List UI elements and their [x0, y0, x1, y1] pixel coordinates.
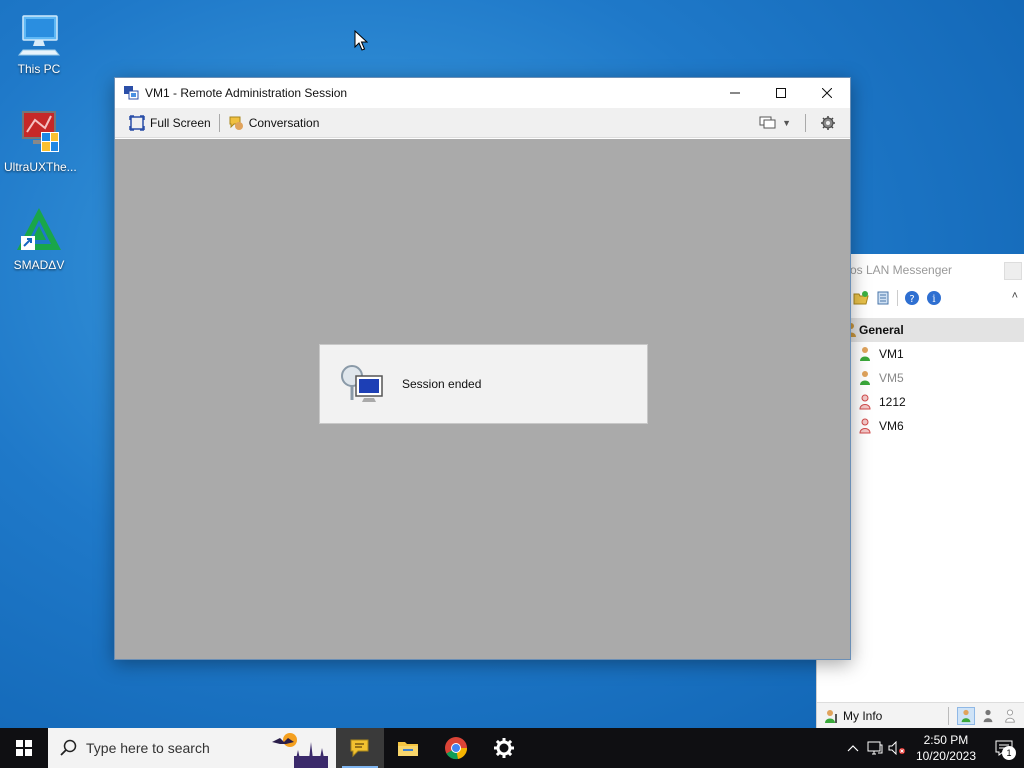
- info-icon[interactable]: i: [926, 290, 942, 306]
- network-button[interactable]: [864, 728, 886, 768]
- close-button[interactable]: [804, 78, 850, 108]
- remote-session-window[interactable]: VM1 - Remote Administration Session Full…: [114, 77, 851, 660]
- chevron-up-icon[interactable]: ˄: [1012, 290, 1018, 302]
- user-busy-icon: [859, 418, 871, 442]
- lan-messenger-icon: [350, 739, 369, 758]
- my-info-label: My Info: [843, 708, 883, 723]
- taskbar-file-explorer[interactable]: [384, 728, 432, 768]
- mouse-cursor-icon: [354, 29, 369, 55]
- conversation-button[interactable]: Conversation: [224, 111, 324, 135]
- svg-text:i: i: [932, 294, 935, 305]
- toolbar-separator: [805, 113, 806, 132]
- contact-name: VM1: [879, 347, 904, 361]
- windows-logo-icon: [16, 740, 32, 756]
- desktop-icon-this-pc[interactable]: This PC: [4, 10, 74, 76]
- conversation-icon: [229, 116, 243, 130]
- contact-name: VM5: [879, 371, 904, 385]
- remote-screen-area[interactable]: Session ended: [115, 139, 850, 659]
- start-button[interactable]: [0, 728, 48, 768]
- clock-time: 2:50 PM: [923, 733, 969, 747]
- taskbar-chrome[interactable]: [432, 728, 480, 768]
- toolbar-separator: [218, 113, 220, 132]
- ultrauxtheme-icon: [15, 108, 63, 156]
- contact-name: VM6: [879, 419, 904, 433]
- settings-button[interactable]: [816, 111, 840, 135]
- conversation-label: Conversation: [248, 115, 320, 130]
- desktop-icon-smadav[interactable]: SMADΔV: [4, 206, 74, 272]
- minimize-icon: [730, 92, 740, 94]
- full-screen-button[interactable]: Full Screen: [125, 111, 215, 135]
- monitors-icon: [759, 116, 776, 128]
- action-center-button[interactable]: 1: [984, 728, 1024, 768]
- session-status-panel: Session ended: [319, 344, 648, 424]
- statusbar-separator: [948, 706, 949, 725]
- lan-messenger-statusbar: My Info: [817, 702, 1024, 728]
- search-icon: [60, 739, 77, 756]
- lan-messenger-title: os LAN Messenger: [850, 263, 953, 277]
- my-info-button[interactable]: My Info: [817, 708, 882, 724]
- user-offline-icon: [1005, 708, 1015, 723]
- window-control-button[interactable]: [1004, 262, 1022, 280]
- chevron-down-icon: ▼: [782, 117, 791, 128]
- session-toolbar: Full Screen Conversation ▼: [115, 108, 850, 138]
- status-away-button[interactable]: [979, 707, 997, 725]
- chevron-up-icon: [847, 745, 859, 752]
- status-online-button[interactable]: [957, 706, 975, 725]
- help-icon[interactable]: ?: [904, 290, 920, 306]
- taskbar-settings[interactable]: [480, 728, 528, 768]
- tray-overflow-button[interactable]: [842, 728, 864, 768]
- desktop-icon-label: SMADΔV: [13, 258, 65, 272]
- contact-name: 1212: [879, 395, 906, 409]
- folder-icon: [398, 742, 418, 756]
- close-icon: [822, 88, 832, 98]
- desktop-icon-label: This PC: [17, 62, 61, 76]
- desktop-icon-ultrauxtheme[interactable]: UltraUXThe...: [4, 108, 77, 174]
- history-icon[interactable]: [875, 290, 891, 306]
- chrome-icon: [445, 737, 468, 760]
- svg-text:?: ?: [909, 294, 914, 305]
- clock-date: 10/20/2023: [915, 749, 976, 763]
- full-screen-label: Full Screen: [150, 115, 211, 130]
- volume-button[interactable]: [886, 728, 908, 768]
- full-screen-icon: [129, 114, 145, 131]
- halloween-search-decoration-icon: [264, 728, 336, 768]
- taskbar-clock[interactable]: 2:50 PM 10/20/2023: [908, 732, 984, 764]
- display-select-button[interactable]: ▼: [755, 111, 795, 135]
- gear-icon: [494, 738, 514, 758]
- maximize-icon: [776, 88, 786, 98]
- my-info-icon: [825, 709, 837, 723]
- minimize-button[interactable]: [712, 78, 758, 108]
- remote-connection-icon: [338, 360, 386, 408]
- taskbar: Type here to search 2:50 PM 10/20/2023 1: [0, 728, 1024, 768]
- group-label: General: [859, 323, 904, 337]
- volume-muted-icon: [888, 741, 905, 755]
- user-online-icon: [961, 709, 971, 722]
- toolbar-separator: [897, 290, 898, 306]
- window-titlebar[interactable]: VM1 - Remote Administration Session: [115, 78, 850, 108]
- desktop-icon-label: UltraUXThe...: [4, 160, 77, 174]
- status-offline-button[interactable]: [1001, 707, 1019, 725]
- taskbar-lan-messenger[interactable]: [336, 728, 384, 768]
- notification-count-badge: 1: [1002, 746, 1016, 760]
- folder-icon[interactable]: [853, 290, 869, 306]
- session-status-message: Session ended: [402, 377, 482, 391]
- window-title: VM1 - Remote Administration Session: [145, 86, 348, 100]
- user-away-icon: [983, 709, 993, 722]
- network-icon: [867, 741, 883, 755]
- search-placeholder: Type here to search: [86, 740, 210, 756]
- computer-icon: [15, 10, 63, 58]
- maximize-button[interactable]: [758, 78, 804, 108]
- taskbar-search-box[interactable]: Type here to search: [48, 728, 336, 768]
- gear-icon: [821, 115, 835, 130]
- smadav-icon: [15, 206, 63, 254]
- remote-admin-app-icon: [123, 85, 139, 101]
- system-tray: 2:50 PM 10/20/2023 1: [842, 728, 1024, 768]
